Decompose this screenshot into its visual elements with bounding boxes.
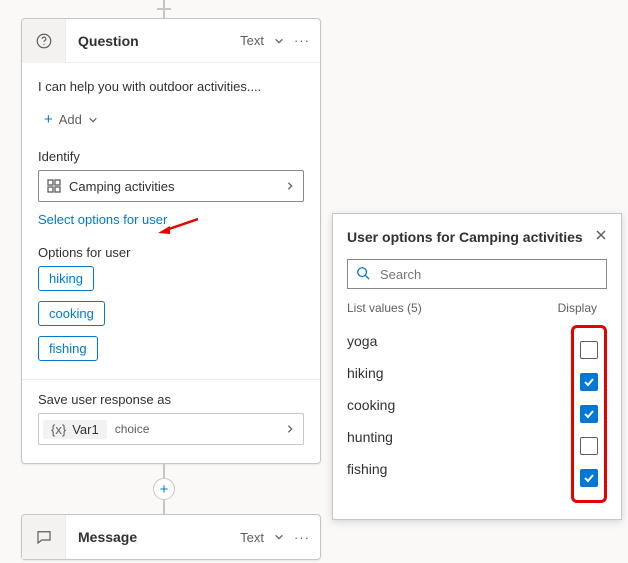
display-checkbox-column [580,334,598,494]
variable-fx-icon: {x} [51,422,66,437]
add-button-label: Add [59,112,82,127]
list-item-label: yoga [347,325,571,357]
identify-entity-name: Camping activities [69,179,285,194]
question-card-header: Question Text ··· [22,19,320,63]
chevron-right-icon [285,424,295,434]
more-icon[interactable]: ··· [294,530,310,545]
list-values-label: List values (5) [347,301,422,315]
variable-pill: {x} Var1 [43,420,107,439]
search-input-wrapper[interactable] [347,259,607,289]
message-card-title: Message [66,529,240,545]
option-chip[interactable]: hiking [38,266,94,291]
display-checkbox[interactable] [580,405,598,423]
message-icon [22,515,66,559]
entity-grid-icon [47,179,61,193]
save-response-label: Save user response as [38,392,304,407]
display-checkbox[interactable] [580,469,598,487]
divider [22,379,320,380]
display-column-label: Display [558,301,597,315]
identify-entity-picker[interactable]: Camping activities [38,170,304,202]
variable-type: choice [115,422,285,436]
user-options-chips: hiking cooking fishing [38,266,304,361]
display-checkbox[interactable] [580,437,598,455]
panel-title: User options for Camping activities [347,229,583,245]
variable-picker[interactable]: {x} Var1 choice [38,413,304,445]
annotation-highlight-box [571,325,607,503]
search-icon [356,266,370,283]
flow-connector [163,500,165,514]
message-card-header: Message Text ··· [22,515,320,559]
option-chip[interactable]: fishing [38,336,98,361]
add-button[interactable]: + Add [38,108,104,131]
user-options-panel: User options for Camping activities List… [332,213,622,520]
search-input[interactable] [378,266,598,283]
question-card-title: Question [66,33,240,49]
chevron-down-icon[interactable] [274,36,284,46]
display-checkbox[interactable] [580,341,598,359]
question-node-card[interactable]: Question Text ··· I can help you with ou… [21,18,321,464]
chevron-right-icon [285,181,295,191]
add-node-button[interactable]: + [153,478,175,500]
message-output-type[interactable]: Text [240,530,264,545]
list-item-label: cooking [347,389,571,421]
variable-name: Var1 [72,422,99,437]
identify-label: Identify [38,149,304,164]
question-output-type[interactable]: Text [240,33,264,48]
list-values-column: yogahikingcookinghuntingfishing [347,325,571,485]
list-item-label: hunting [347,421,571,453]
question-icon [22,19,66,63]
chevron-down-icon [88,115,98,125]
message-node-card[interactable]: Message Text ··· [21,514,321,560]
options-for-user-label: Options for user [38,245,304,260]
flow-connector [163,464,165,478]
option-chip[interactable]: cooking [38,301,105,326]
list-item-label: fishing [347,453,571,485]
display-checkbox[interactable] [580,373,598,391]
question-prompt-text[interactable]: I can help you with outdoor activities..… [38,79,304,94]
chevron-down-icon[interactable] [274,532,284,542]
close-icon[interactable] [595,228,607,245]
list-item-label: hiking [347,357,571,389]
plus-icon: + [44,112,53,127]
select-options-link[interactable]: Select options for user [38,212,167,227]
more-icon[interactable]: ··· [294,33,310,48]
flow-connector-tick [157,8,171,10]
